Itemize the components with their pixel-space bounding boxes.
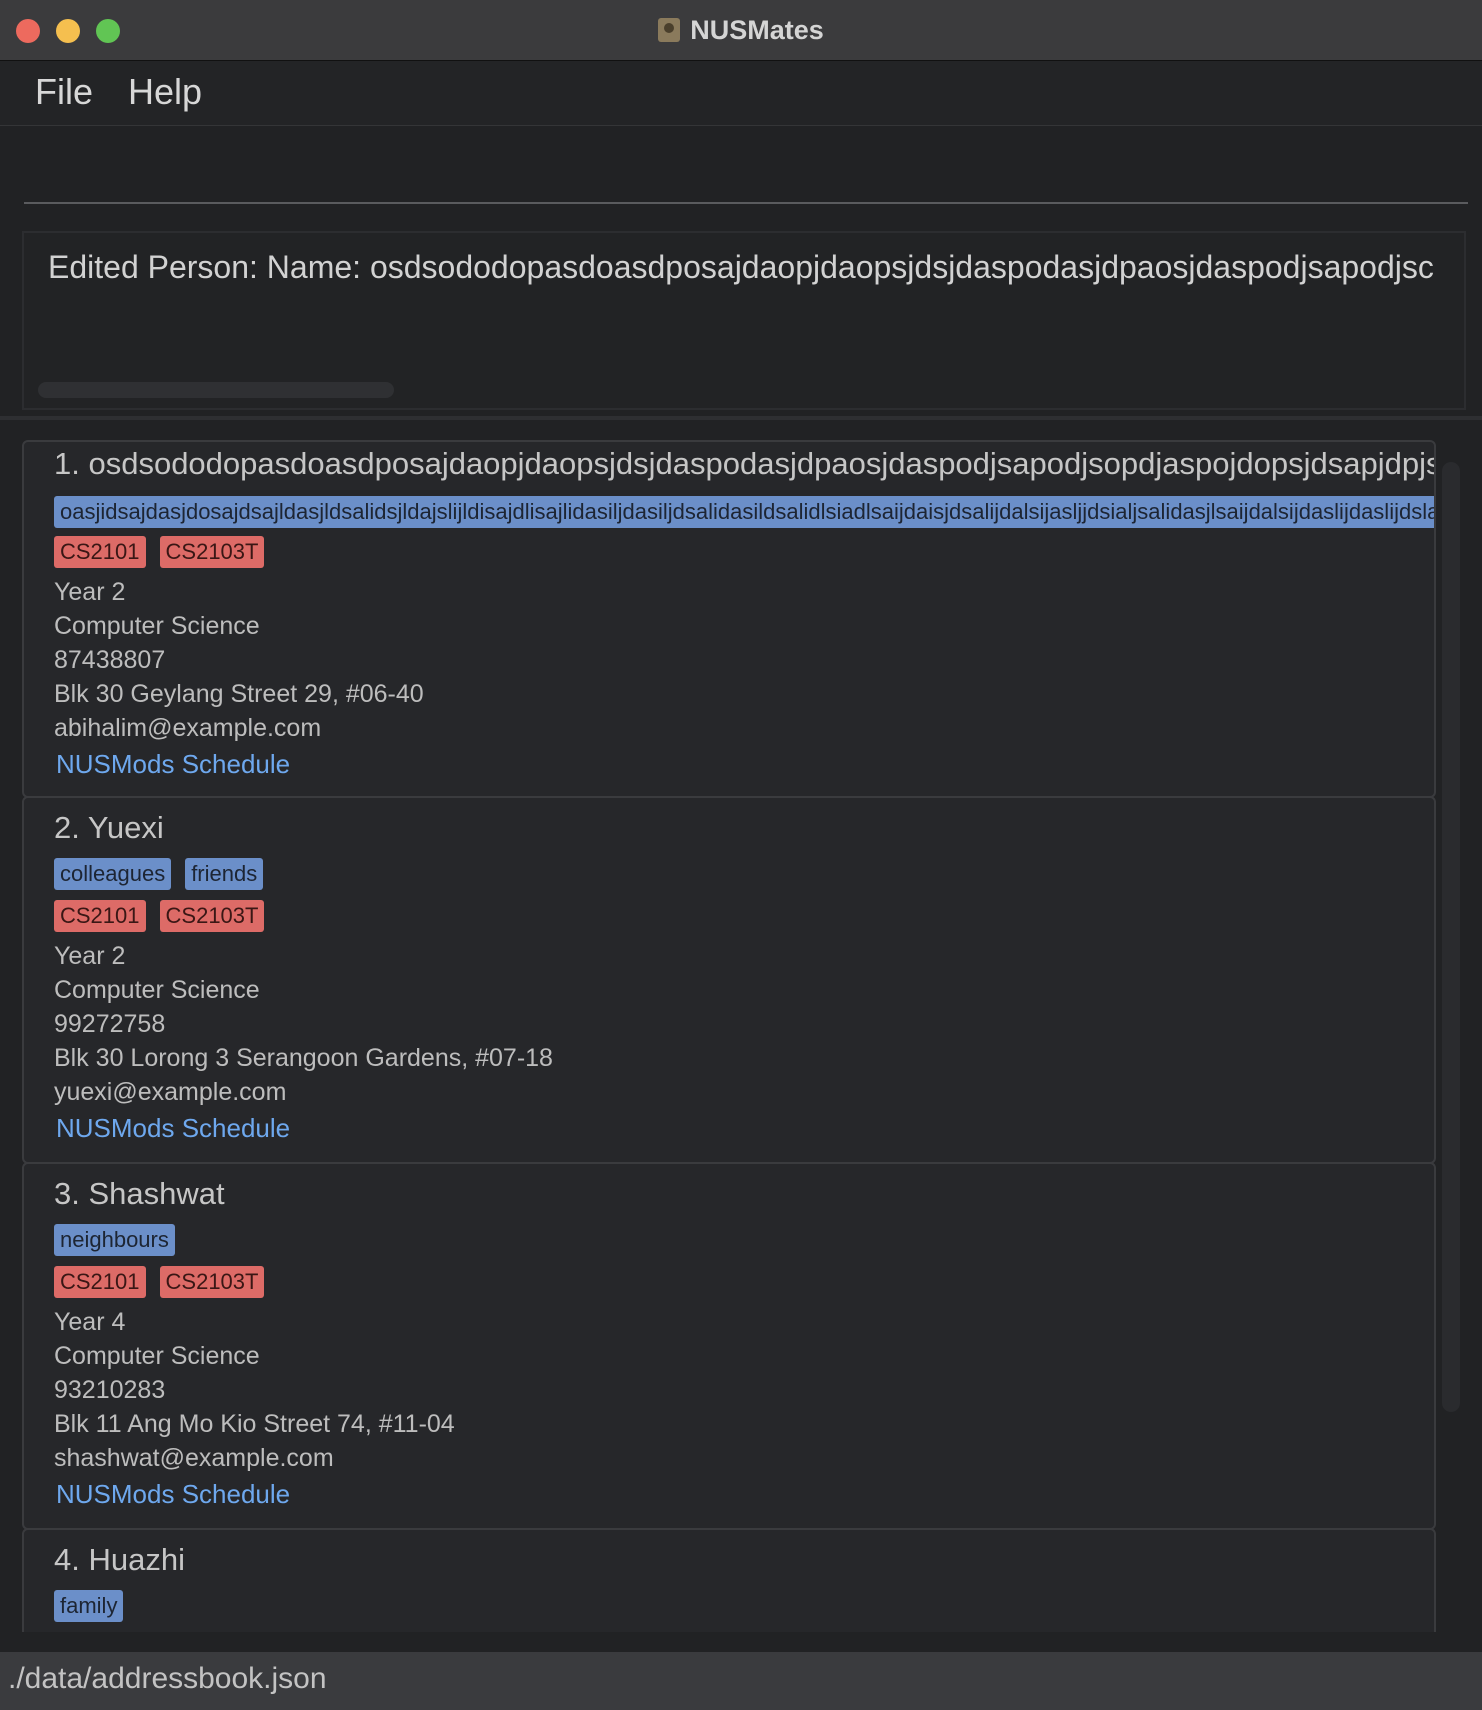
person-phone: 87438807	[54, 646, 166, 674]
window-title: NUSMates	[690, 14, 824, 45]
person-email: yuexi@example.com	[54, 1078, 287, 1106]
person-list-scrollbar[interactable]	[1442, 462, 1460, 1412]
person-major: Computer Science	[54, 976, 260, 1004]
person-address: Blk 30 Lorong 3 Serangoon Gardens, #07-1…	[54, 1044, 553, 1072]
person-email: shashwat@example.com	[54, 1444, 334, 1472]
nusmods-schedule-link[interactable]: NUSMods Schedule	[56, 749, 290, 780]
command-input[interactable]	[24, 142, 1468, 204]
module-tag: CS2103T	[159, 900, 265, 932]
person-email: abihalim@example.com	[54, 714, 322, 742]
person-card[interactable]: 1. osdsododopasdoasdposajdaopjdaopsjdsjd…	[22, 440, 1436, 798]
person-year: Year 2	[54, 578, 126, 606]
module-tag: CS2101	[54, 1266, 146, 1298]
title-wrap: NUSMates	[0, 0, 1482, 60]
person-list[interactable]: 1. osdsododopasdoasdposajdaopjdaopsjdsjd…	[0, 440, 1482, 1632]
divider	[0, 416, 1482, 420]
person-address: Blk 11 Ang Mo Kio Street 74, #11-04	[54, 1410, 455, 1438]
person-name: 3. Shashwat	[54, 1176, 225, 1211]
result-horizontal-scrollbar[interactable]	[38, 382, 394, 398]
tag: colleagues	[54, 858, 172, 890]
module-tag: CS2101	[54, 900, 146, 932]
menu-help[interactable]: Help	[128, 71, 202, 113]
tag: family	[54, 1590, 124, 1622]
module-tag: CS2103T	[159, 1266, 265, 1298]
nusmods-schedule-link[interactable]: NUSMods Schedule	[56, 1479, 290, 1510]
status-bar: ./data/addressbook.json	[0, 1652, 1482, 1710]
result-display[interactable]: Edited Person: Name: osdsododopasdoasdpo…	[22, 231, 1466, 410]
app-icon	[658, 18, 681, 42]
tag: friends	[185, 858, 264, 890]
result-text: Edited Person: Name: osdsododopasdoasdpo…	[48, 249, 1434, 285]
person-name: 4. Huazhi	[54, 1542, 185, 1577]
person-major: Computer Science	[54, 1342, 260, 1370]
nusmods-schedule-link[interactable]: NUSMods Schedule	[56, 1113, 290, 1144]
command-box	[0, 126, 1482, 209]
title-bar[interactable]: NUSMates	[0, 0, 1482, 61]
tag: neighbours	[54, 1224, 175, 1256]
person-phone: 99272758	[54, 1010, 166, 1038]
save-location: ./data/addressbook.json	[8, 1662, 327, 1695]
person-address: Blk 30 Geylang Street 29, #06-40	[54, 680, 424, 708]
person-name: 2. Yuexi	[54, 810, 164, 845]
person-major: Computer Science	[54, 612, 260, 640]
menu-bar: File Help	[0, 61, 1482, 126]
module-tag: CS2103T	[159, 536, 265, 568]
person-card[interactable]: 2. Yuexi colleagues friends CS2101 CS210…	[22, 796, 1436, 1164]
person-card[interactable]: 3. Shashwat neighbours CS2101 CS2103T Ye…	[22, 1162, 1436, 1530]
module-tag: CS2101	[54, 536, 146, 568]
menu-file[interactable]: File	[35, 71, 93, 113]
person-card[interactable]: 4. Huazhi family	[22, 1528, 1436, 1632]
tag: oasjidsajdasjdosajdsajldasjldsalidsjldaj…	[54, 496, 1434, 528]
person-year: Year 4	[54, 1308, 126, 1336]
person-name: 1. osdsododopasdoasdposajdaopjdaopsjdsjd…	[54, 446, 1436, 481]
person-year: Year 2	[54, 942, 126, 970]
person-phone: 93210283	[54, 1376, 166, 1404]
app-window: NUSMates File Help Edited Person: Name: …	[0, 0, 1482, 1710]
